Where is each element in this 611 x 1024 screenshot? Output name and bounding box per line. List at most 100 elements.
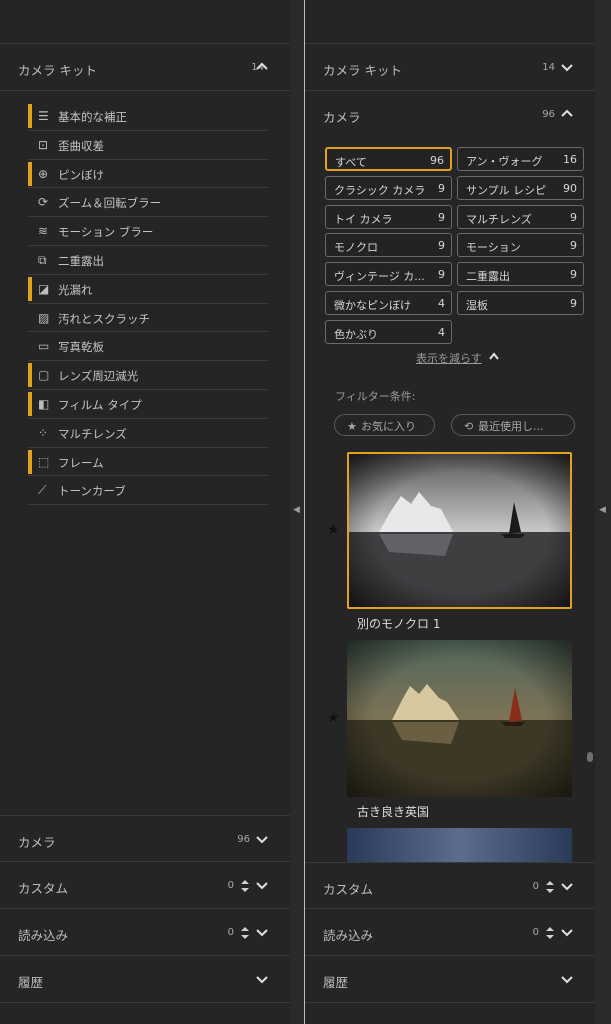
chevron-down-icon[interactable] [561, 883, 573, 891]
right-import-header[interactable]: 読み込み 0 [305, 909, 595, 956]
sort-icon[interactable] [240, 879, 250, 895]
filter-chip[interactable]: サンプル レシピ 90 [457, 175, 584, 200]
filter-chip-count: 9 [570, 239, 577, 253]
right-history-header[interactable]: 履歴 [305, 956, 595, 1003]
module-active-marker [28, 161, 32, 186]
module-label: 写真乾板 [58, 340, 104, 355]
left-camera-header[interactable]: カメラ 96 [0, 815, 290, 862]
chevron-down-icon[interactable] [256, 976, 268, 984]
filter-chip-count: 96 [430, 154, 444, 167]
module-item[interactable]: ▨ 汚れとスクラッチ [28, 304, 268, 333]
module-list: ☰ 基本的な補正 ⊡ 歪曲収差 ⊕ ピンぼけ ⟳ ズーム＆回転ブラー ≋ モーション ブラー ⧉ 二重… [28, 102, 268, 506]
sort-icon[interactable] [545, 880, 555, 896]
preset-card[interactable]: ★ 古き良き英国 [327, 640, 572, 820]
left-import-header[interactable]: 読み込み 0 [0, 909, 290, 956]
right-camera-kit-header[interactable]: カメラ キット 14 [305, 44, 595, 91]
section-count: 0 [227, 927, 234, 938]
module-item[interactable]: ⊡ 歪曲収差 [28, 131, 268, 160]
section-count: 0 [227, 880, 234, 891]
filter-chip[interactable]: すべて 96 [325, 147, 452, 171]
chevron-down-icon[interactable] [561, 64, 573, 72]
motion-icon: ≋ [38, 224, 49, 239]
section-title: 読み込み [323, 928, 374, 943]
filter-chip[interactable]: 湿板 9 [457, 291, 584, 315]
section-title: カメラ [323, 110, 361, 125]
module-item[interactable]: ◪ 光漏れ [28, 275, 268, 304]
vignette-icon: ▢ [38, 368, 50, 383]
chevron-down-icon[interactable] [561, 976, 573, 984]
module-item[interactable]: ◧ フィルム タイプ [28, 390, 268, 419]
sliders-icon: ☰ [38, 109, 49, 123]
filter-chip-count: 90 [563, 181, 577, 195]
filter-chip[interactable]: モノクロ 9 [325, 233, 452, 258]
collapse-right-icon[interactable]: ◀ [599, 505, 606, 515]
preset-thumbnail[interactable] [347, 828, 572, 862]
module-active-marker [28, 104, 32, 128]
module-item[interactable]: ⟋ トーンカーブ [28, 476, 268, 506]
module-item[interactable]: ⁘ マルチレンズ [28, 419, 268, 448]
multilens-icon: ⁘ [38, 425, 49, 440]
favorite-star-icon[interactable]: ★ [327, 710, 340, 726]
favorites-filter-pill[interactable]: ★ お気に入り [334, 414, 435, 436]
filter-chip[interactable]: モーション 9 [457, 233, 584, 258]
filter-chip-label: 二重露出 [466, 270, 510, 284]
filter-chip-label: サンプル レシピ [466, 183, 547, 197]
left-panel-gutter[interactable]: ◀ [290, 0, 305, 1024]
show-less-link[interactable]: 表示を減らす [416, 350, 482, 366]
module-label: 二重露出 [58, 253, 104, 268]
filter-chip[interactable]: アン・ヴォーグ 16 [457, 147, 584, 171]
sort-icon[interactable] [240, 926, 250, 942]
double-exposure-icon: ⧉ [38, 252, 47, 267]
left-camera-kit-header[interactable]: カメラ キット 14 [0, 44, 290, 91]
section-count: 96 [542, 109, 555, 120]
preset-thumbnail[interactable] [347, 452, 572, 609]
filter-chip-count: 9 [438, 210, 445, 224]
module-item[interactable]: ≋ モーション ブラー [28, 217, 268, 246]
chevron-down-icon[interactable] [256, 929, 268, 937]
filter-chip[interactable]: 色かぶり 4 [325, 319, 452, 344]
chevron-down-icon[interactable] [256, 882, 268, 890]
filter-chip[interactable]: マルチレンズ 9 [457, 204, 584, 229]
filter-chip-count: 16 [563, 153, 577, 166]
left-history-header[interactable]: 履歴 [0, 956, 290, 1003]
favorite-star-icon[interactable]: ★ [327, 522, 340, 538]
filter-chip[interactable]: トイ カメラ 9 [325, 204, 452, 229]
collapse-left-icon[interactable]: ◀ [293, 505, 300, 515]
section-title: 履歴 [18, 975, 44, 990]
filter-chip[interactable]: 微かなピンぼけ 4 [325, 291, 452, 315]
module-item[interactable]: ▭ 写真乾板 [28, 332, 268, 362]
preset-thumbnail[interactable] [347, 640, 572, 797]
recent-filter-pill[interactable]: ⟲ 最近使用し... [451, 414, 575, 436]
right-panel-gutter[interactable]: ◀ [595, 0, 611, 1024]
preset-card[interactable] [347, 828, 572, 862]
module-label: 光漏れ [58, 282, 93, 297]
module-label: 歪曲収差 [58, 138, 104, 153]
module-item[interactable]: ☰ 基本的な補正 [28, 102, 268, 131]
chevron-up-icon[interactable] [489, 352, 499, 362]
module-item[interactable]: ⊕ ピンぼけ [28, 160, 268, 189]
chevron-up-icon[interactable] [561, 109, 573, 117]
right-camera-header[interactable]: カメラ 96 [305, 91, 595, 138]
chevron-down-icon[interactable] [561, 929, 573, 937]
section-count: 96 [237, 834, 250, 845]
chevron-up-icon[interactable] [256, 62, 268, 70]
preset-thumbnail-image [347, 640, 572, 797]
scrollbar-thumb[interactable] [587, 752, 593, 762]
favorites-label: お気に入り [361, 420, 416, 433]
section-count: 0 [532, 927, 539, 938]
right-panel: カメラ キット 14 カメラ 96 すべて 96 アン・ヴォーグ 16 クラシック カメ… [305, 0, 595, 1024]
left-custom-header[interactable]: カスタム 0 [0, 862, 290, 909]
module-item[interactable]: ⟳ ズーム＆回転ブラー [28, 188, 268, 218]
chevron-down-icon[interactable] [256, 836, 268, 844]
module-item[interactable]: ▢ レンズ周辺減光 [28, 361, 268, 390]
filter-chip[interactable]: ヴィンテージ カ... 9 [325, 262, 452, 287]
right-custom-header[interactable]: カスタム 0 [305, 862, 595, 909]
module-item[interactable]: ⬚ フレーム [28, 448, 268, 477]
filter-chip[interactable]: 二重露出 9 [457, 262, 584, 287]
section-title: カメラ [18, 835, 56, 850]
preset-card[interactable]: ★ 別のモノクロ 1 [327, 452, 572, 632]
module-item[interactable]: ⧉ 二重露出 [28, 246, 268, 275]
sort-icon[interactable] [545, 926, 555, 942]
filter-chip[interactable]: クラシック カメラ 9 [325, 175, 452, 200]
preset-name: 古き良き英国 [357, 805, 430, 819]
